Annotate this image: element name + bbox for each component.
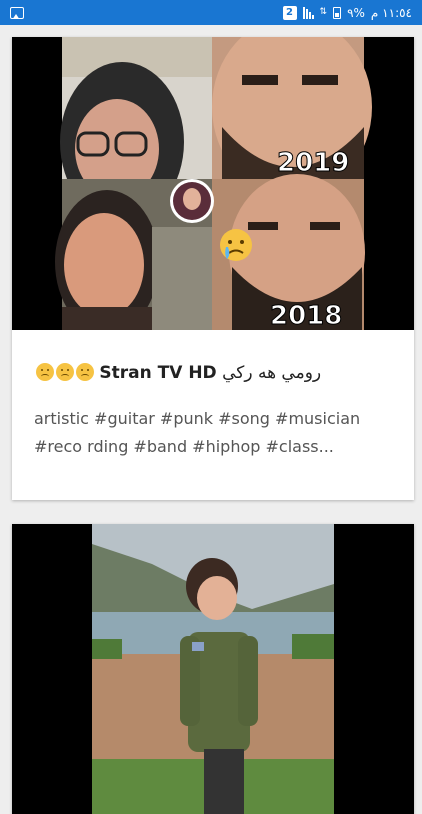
video-card[interactable] [12,524,414,814]
video-card[interactable]: 2019 2018 رومي هه ركي Stran TV HD artist… [12,37,414,500]
video-title[interactable]: رومي هه ركي Stran TV HD [34,363,392,383]
signal-icon [302,6,314,19]
notification-badge: 2 [282,5,297,20]
gallery-icon [10,6,24,19]
thumbnail-collage: 2019 2018 [12,37,414,330]
crying-emoji-icon [220,229,252,261]
status-bar: ١١:٥٤ م %٩ ⇅ 2 [0,0,422,25]
sad-face-emoji [36,363,54,381]
status-left-group: ١١:٥٤ م %٩ ⇅ 2 [282,5,412,20]
sad-face-emoji [56,363,74,381]
sad-face-emoji [76,363,94,381]
thumbnail-child-photo [12,524,414,814]
year-label-2019: 2019 [277,148,349,178]
video-thumbnail[interactable] [12,524,414,814]
clock: ١١:٥٤ م [370,5,412,20]
video-thumbnail[interactable]: 2019 2018 [12,37,414,330]
video-description: artistic #guitar #punk #song #musician #… [34,409,361,456]
data-arrows-icon: ⇅ [319,7,328,17]
year-label-2018: 2018 [270,301,342,330]
title-arabic: رومي هه ركي [222,363,322,383]
title-channel: Stran TV HD [99,363,217,383]
battery-percent: %٩ [347,5,365,20]
battery-icon [333,6,342,19]
